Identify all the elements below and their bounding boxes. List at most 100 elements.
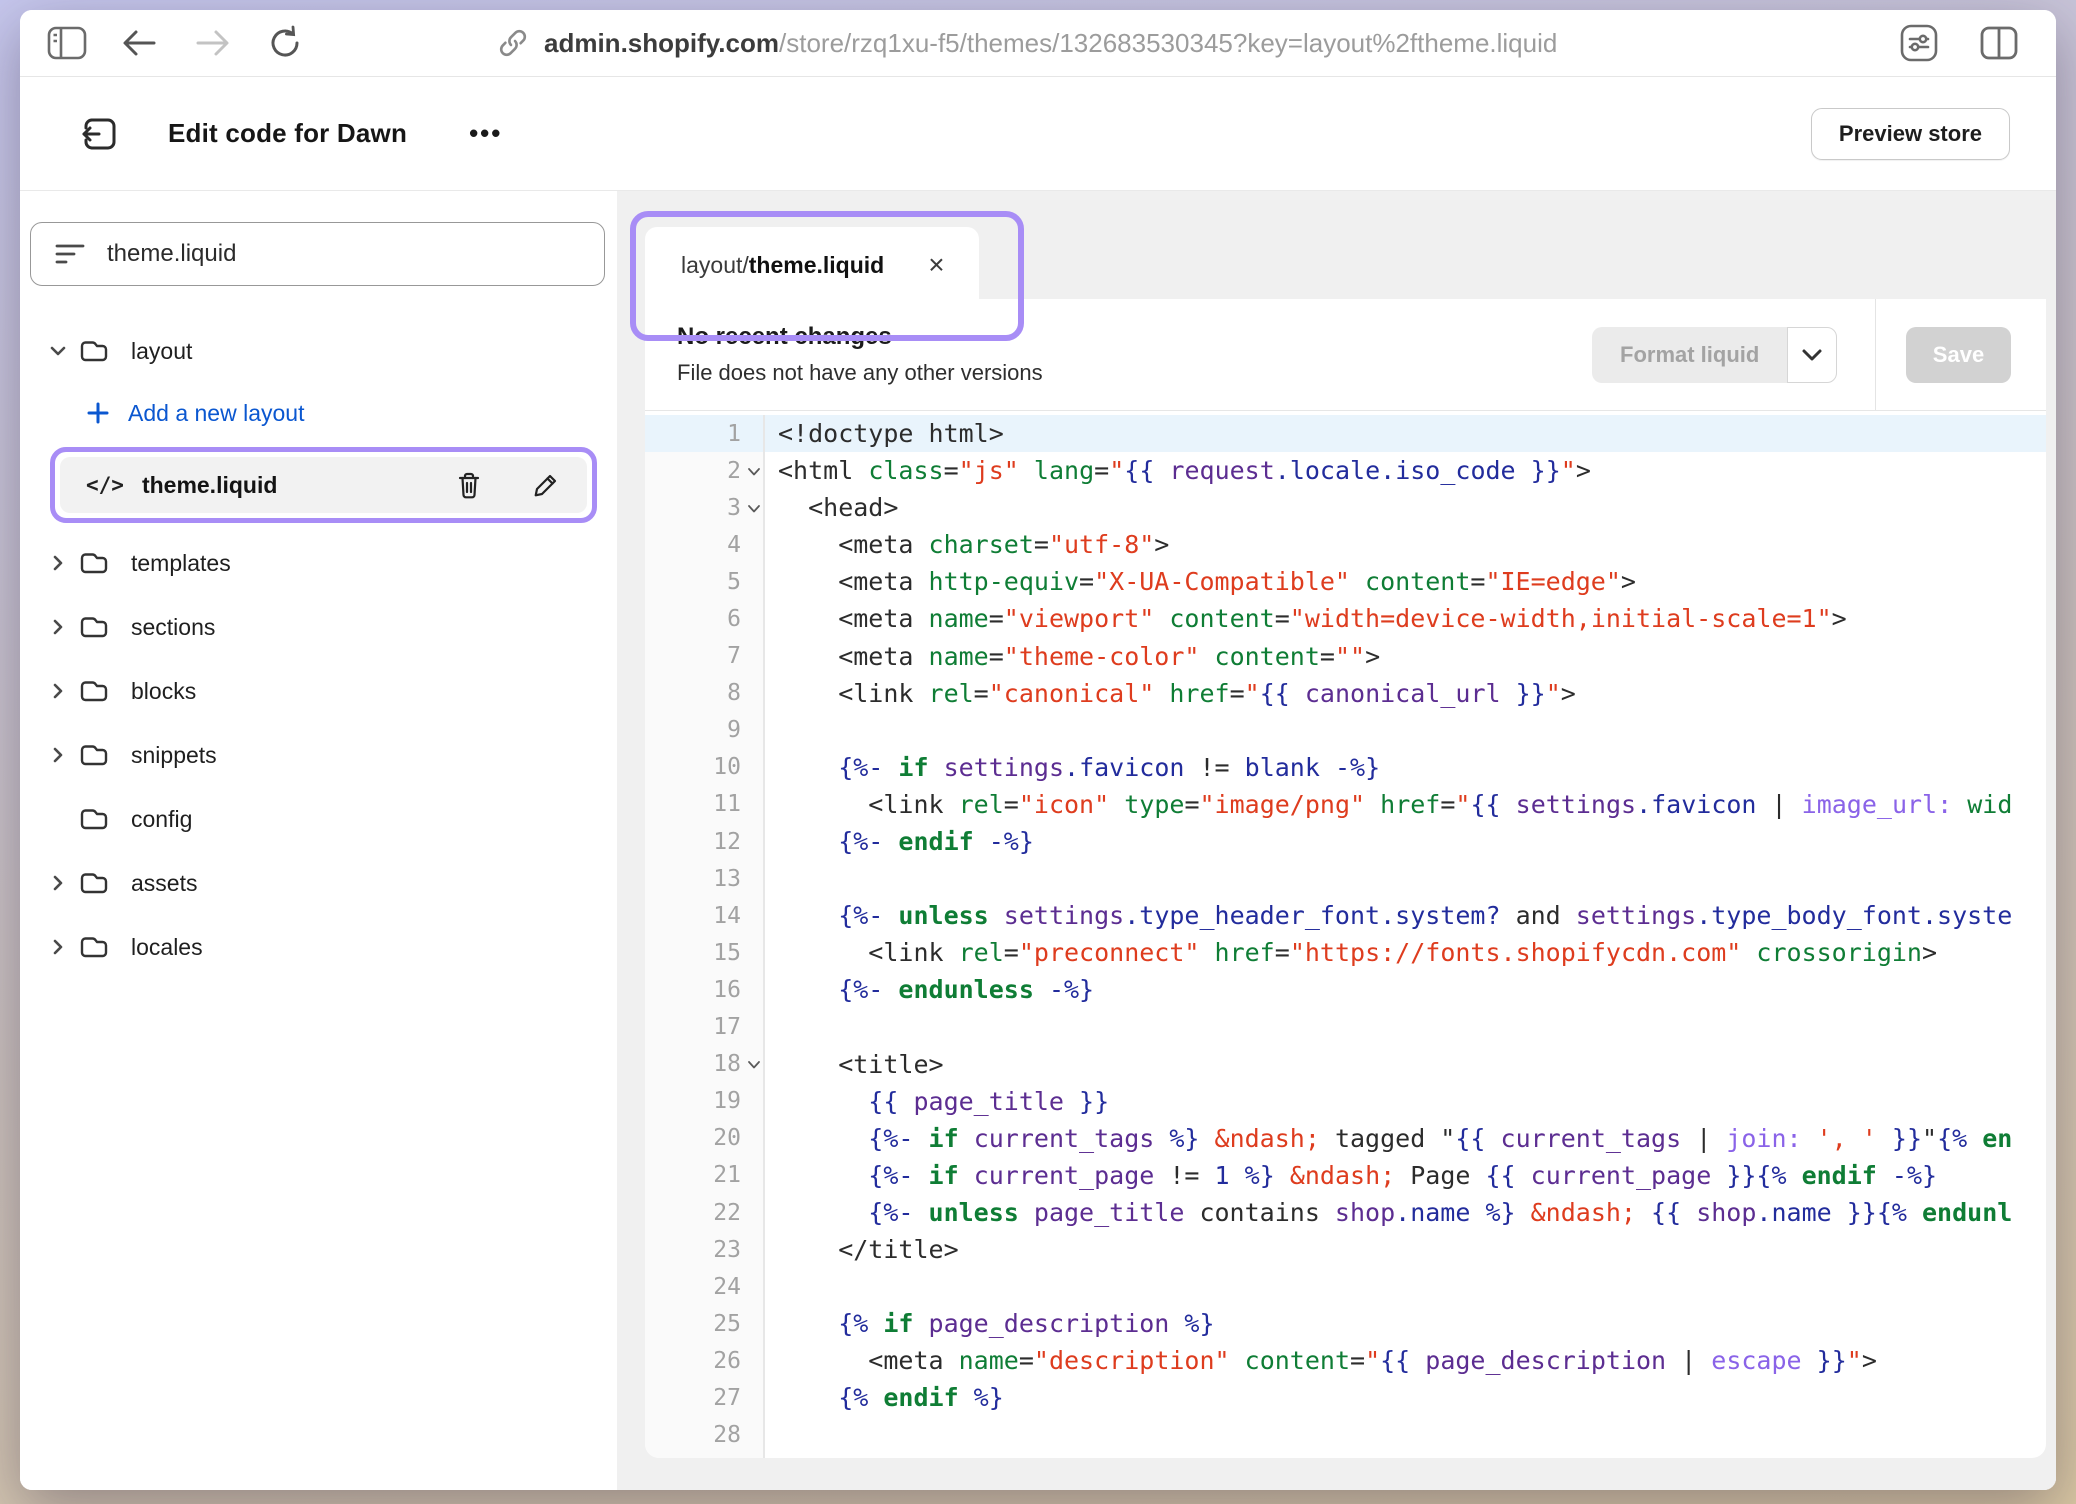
code-line-25[interactable]: 25 {% if page_description %} xyxy=(645,1305,2046,1342)
rename-file-icon[interactable] xyxy=(531,470,561,500)
code-line-9[interactable]: 9 xyxy=(645,712,2046,749)
chevron-down-icon[interactable] xyxy=(45,338,79,364)
code-line-text: {%- if settings.favicon != blank -%} xyxy=(765,749,2046,786)
more-actions-button[interactable]: ••• xyxy=(461,118,510,149)
file-item-theme.liquid[interactable]: </>theme.liquid xyxy=(60,457,587,513)
code-line-1[interactable]: 1<!doctype html> xyxy=(645,415,2046,452)
chevron-right-icon[interactable] xyxy=(45,742,79,768)
code-line-23[interactable]: 23 </title> xyxy=(645,1231,2046,1268)
line-number: 19 xyxy=(645,1083,765,1120)
code-line-5[interactable]: 5 <meta http-equiv="X-UA-Compatible" con… xyxy=(645,563,2046,600)
line-number: 6 xyxy=(645,600,765,637)
forward-button[interactable] xyxy=(190,20,236,66)
code-line-11[interactable]: 11 <link rel="icon" type="image/png" hre… xyxy=(645,786,2046,823)
browser-toolbar: admin.shopify.com/store/rzq1xu-f5/themes… xyxy=(20,10,2056,77)
folder-icon xyxy=(79,678,109,704)
sidebar-item-layout[interactable]: layout xyxy=(20,319,617,383)
chevron-right-icon[interactable] xyxy=(45,934,79,960)
editor-region: layout/theme.liquid × No recent changes … xyxy=(617,191,2056,1490)
tab-file-name: theme.liquid xyxy=(749,252,884,278)
format-liquid-button[interactable]: Format liquid xyxy=(1592,327,1787,383)
page-settings-icon[interactable] xyxy=(1896,20,1942,66)
line-number: 9 xyxy=(645,712,765,749)
code-line-16[interactable]: 16 {%- endunless -%} xyxy=(645,971,2046,1008)
folder-label: snippets xyxy=(131,742,217,769)
sidebar-item-locales[interactable]: locales xyxy=(20,915,617,979)
code-line-17[interactable]: 17 xyxy=(645,1009,2046,1046)
code-line-14[interactable]: 14 {%- unless settings.type_header_font.… xyxy=(645,897,2046,934)
link-icon xyxy=(498,28,528,58)
code-line-13[interactable]: 13 xyxy=(645,860,2046,897)
code-line-text xyxy=(765,712,2046,749)
tab-layout-theme-liquid[interactable]: layout/theme.liquid × xyxy=(645,227,979,303)
line-number: 20 xyxy=(645,1120,765,1157)
tab-close-icon[interactable]: × xyxy=(924,251,948,279)
exit-editor-icon[interactable] xyxy=(76,110,124,158)
fold-toggle-icon[interactable] xyxy=(746,466,762,478)
fold-toggle-icon[interactable] xyxy=(746,1059,762,1071)
format-options-dropdown[interactable] xyxy=(1787,327,1837,383)
sidebar-item-sections[interactable]: sections xyxy=(20,595,617,659)
line-number: 23 xyxy=(645,1231,765,1268)
code-line-22[interactable]: 22 {%- unless page_title contains shop.n… xyxy=(645,1194,2046,1231)
code-editor[interactable]: 1<!doctype html>2<html class="js" lang="… xyxy=(645,411,2046,1458)
chevron-right-icon[interactable] xyxy=(45,870,79,896)
code-line-text: {%- endunless -%} xyxy=(765,971,2046,1008)
delete-file-icon[interactable] xyxy=(455,470,483,500)
sidebar-item-blocks[interactable]: blocks xyxy=(20,659,617,723)
back-button[interactable] xyxy=(116,20,162,66)
code-line-text: </title> xyxy=(765,1231,2046,1268)
line-number: 8 xyxy=(645,675,765,712)
preview-store-button[interactable]: Preview store xyxy=(1811,108,2010,160)
code-line-text: {% if page_description %} xyxy=(765,1305,2046,1342)
code-line-text xyxy=(765,1268,2046,1305)
chevron-right-icon[interactable] xyxy=(45,614,79,640)
code-line-19[interactable]: 19 {{ page_title }} xyxy=(645,1083,2046,1120)
code-line-18[interactable]: 18 <title> xyxy=(645,1046,2046,1083)
code-line-7[interactable]: 7 <meta name="theme-color" content=""> xyxy=(645,638,2046,675)
code-line-text: <!doctype html> xyxy=(765,415,2046,452)
code-line-12[interactable]: 12 {%- endif -%} xyxy=(645,823,2046,860)
line-number: 4 xyxy=(645,526,765,563)
code-line-21[interactable]: 21 {%- if current_page != 1 %} &ndash; P… xyxy=(645,1157,2046,1194)
code-line-text: <head> xyxy=(765,489,2046,526)
add-new-layout-button[interactable]: Add a new layout xyxy=(20,383,617,443)
sidebar-item-snippets[interactable]: snippets xyxy=(20,723,617,787)
line-number: 5 xyxy=(645,563,765,600)
folder-label: sections xyxy=(131,614,215,641)
folder-icon xyxy=(79,934,109,960)
reload-button[interactable] xyxy=(262,20,308,66)
line-number: 7 xyxy=(645,638,765,675)
code-line-28[interactable]: 28 xyxy=(645,1417,2046,1454)
code-line-24[interactable]: 24 xyxy=(645,1268,2046,1305)
url-host: admin.shopify.com xyxy=(544,28,779,58)
code-file-icon: </> xyxy=(86,473,124,497)
fold-toggle-icon[interactable] xyxy=(746,503,762,515)
code-line-3[interactable]: 3 <head> xyxy=(645,489,2046,526)
code-line-text: {%- endif -%} xyxy=(765,823,2046,860)
code-line-6[interactable]: 6 <meta name="viewport" content="width=d… xyxy=(645,600,2046,637)
sidebar-item-assets[interactable]: assets xyxy=(20,851,617,915)
app-header: Edit code for Dawn ••• Preview store xyxy=(20,77,2056,191)
address-bar[interactable]: admin.shopify.com/store/rzq1xu-f5/themes… xyxy=(498,10,1557,76)
code-line-15[interactable]: 15 <link rel="preconnect" href="https://… xyxy=(645,934,2046,971)
code-line-2[interactable]: 2<html class="js" lang="{{ request.local… xyxy=(645,452,2046,489)
split-view-icon[interactable] xyxy=(1976,20,2022,66)
save-button[interactable]: Save xyxy=(1906,327,2011,383)
code-line-8[interactable]: 8 <link rel="canonical" href="{{ canonic… xyxy=(645,675,2046,712)
code-line-29[interactable]: 29 {% render 'meta-tags' %} xyxy=(645,1454,2046,1458)
code-line-4[interactable]: 4 <meta charset="utf-8"> xyxy=(645,526,2046,563)
file-search-input[interactable]: theme.liquid xyxy=(30,222,605,286)
chevron-right-icon[interactable] xyxy=(45,678,79,704)
code-line-26[interactable]: 26 <meta name="description" content="{{ … xyxy=(645,1342,2046,1379)
sidebar-toggle-icon[interactable] xyxy=(44,20,90,66)
line-number: 1 xyxy=(645,415,765,452)
code-line-27[interactable]: 27 {% endif %} xyxy=(645,1379,2046,1416)
sidebar-item-config[interactable]: config xyxy=(20,787,617,851)
chevron-right-icon[interactable] xyxy=(45,550,79,576)
code-line-10[interactable]: 10 {%- if settings.favicon != blank -%} xyxy=(645,749,2046,786)
sidebar-item-templates[interactable]: templates xyxy=(20,531,617,595)
code-line-20[interactable]: 20 {%- if current_tags %} &ndash; tagged… xyxy=(645,1120,2046,1157)
code-line-text: {%- if current_page != 1 %} &ndash; Page… xyxy=(765,1157,2046,1194)
code-line-text: <meta name="description" content="{{ pag… xyxy=(765,1342,2046,1379)
